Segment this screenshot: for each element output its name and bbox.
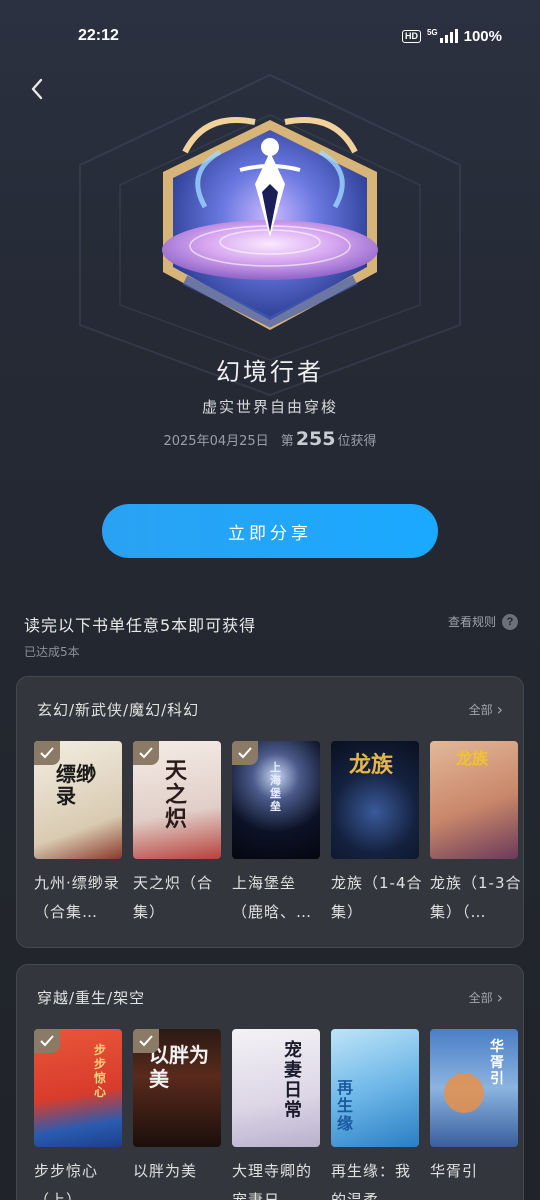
signal-icon: 5G (427, 29, 458, 43)
book-cover: 步步惊心 (34, 1029, 122, 1147)
card-header: 穿越/重生/架空 全部 › (37, 987, 503, 1008)
hd-icon: HD (401, 29, 421, 43)
book-item[interactable]: 宠妻日常 大理寺卿的宠妻日… (232, 1029, 320, 1200)
book-title: 步步惊心（上） (34, 1162, 99, 1200)
book-list: 缥缈录 九州·缥缈录（合集… 天之炽 天之炽（合集） 上海堡垒 上海堡垒（鹿晗、… (34, 741, 521, 927)
see-all-label: 全部 (468, 703, 493, 717)
chevron-right-icon: › (496, 988, 503, 1007)
book-item[interactable]: 缥缈录 九州·缥缈录（合集… (34, 741, 122, 927)
book-cover: 华胥引 (430, 1029, 518, 1147)
cover-title: 宠妻日常 (284, 1040, 302, 1121)
achieved-date: 2025年04月25日 (163, 434, 269, 449)
back-button[interactable] (24, 74, 50, 104)
book-cover: 龙族 (331, 741, 419, 859)
help-icon: ? (502, 613, 518, 630)
check-icon (133, 1029, 159, 1053)
book-cover: 龙族 (430, 741, 518, 859)
status-indicators: HD 5G 100% (401, 27, 502, 45)
chevron-right-icon: › (496, 700, 503, 719)
badge-emblem (162, 117, 378, 330)
see-all-link[interactable]: 全部 › (469, 700, 503, 719)
check-icon (34, 1029, 60, 1053)
see-all-label: 全部 (468, 991, 493, 1005)
cover-title: 天之炽 (165, 758, 188, 832)
book-cover: 再生缘 (331, 1029, 419, 1147)
book-title: 龙族（1-4合集） (331, 874, 423, 921)
book-title: 九州·缥缈录（合集… (34, 874, 120, 921)
badge-title: 幻境行者 (216, 358, 324, 386)
book-item[interactable]: 再生缘 再生缘：我的温柔… (331, 1029, 419, 1200)
share-button[interactable]: 立即分享 (102, 504, 438, 558)
cover-title: 缥缈录 (56, 762, 96, 808)
task-title: 读完以下书单任意5本即可获得 (24, 616, 257, 635)
book-title: 龙族（1-3合集）（… (430, 874, 522, 921)
cover-title: 步步惊心 (94, 1043, 107, 1099)
badge-meta: 2025年04月25日 第 255 位获得 (0, 428, 540, 450)
rank-number: 255 (295, 428, 336, 450)
category-card-time-travel: 穿越/重生/架空 全部 › 步步惊心 步步惊心（上） 以胖为美 以胖为美 宠妻日… (16, 964, 524, 1200)
see-all-link[interactable]: 全部 › (469, 988, 503, 1007)
book-title: 天之炽（合集） (133, 874, 214, 921)
book-list: 步步惊心 步步惊心（上） 以胖为美 以胖为美 宠妻日常 大理寺卿的宠妻日… 再生… (34, 1029, 518, 1200)
task-progress: 已达成5本 (24, 645, 80, 659)
cover-title: 龙族 (349, 752, 394, 778)
book-cover: 缥缈录 (34, 741, 122, 859)
book-title: 上海堡垒（鹿晗、… (232, 874, 313, 921)
status-bar: 22:12 HD 5G 100% (0, 0, 540, 72)
book-item[interactable]: 上海堡垒 上海堡垒（鹿晗、… (232, 741, 320, 927)
book-title: 再生缘：我的温柔… (331, 1162, 412, 1200)
book-title: 华胥引 (430, 1162, 479, 1180)
book-item[interactable]: 华胥引 华胥引 (430, 1029, 518, 1200)
book-item[interactable]: 天之炽 天之炽（合集） (133, 741, 221, 927)
cover-title: 龙族 (456, 749, 489, 768)
cover-title: 以胖为美 (149, 1043, 209, 1091)
book-cover: 以胖为美 (133, 1029, 221, 1147)
tree-illustration (444, 1073, 484, 1113)
rank-prefix: 第 (280, 434, 294, 449)
status-time: 22:12 (78, 27, 119, 44)
book-item[interactable]: 龙族 龙族（1-4合集） (331, 741, 422, 927)
battery-level: 100% (463, 27, 502, 45)
cover-title: 华胥引 (490, 1039, 504, 1087)
check-icon (34, 741, 60, 765)
check-icon (133, 741, 159, 765)
book-item[interactable]: 步步惊心 步步惊心（上） (34, 1029, 122, 1200)
cover-title: 上海堡垒 (270, 761, 281, 813)
category-title: 玄幻/新武侠/魔幻/科幻 (37, 701, 200, 719)
book-cover: 宠妻日常 (232, 1029, 320, 1147)
book-cover: 上海堡垒 (232, 741, 320, 859)
category-title: 穿越/重生/架空 (37, 989, 146, 1007)
book-title: 以胖为美 (133, 1162, 198, 1180)
rank-suffix: 位获得 (337, 434, 377, 449)
book-item[interactable]: 以胖为美 以胖为美 (133, 1029, 221, 1200)
book-item[interactable]: 龙族 龙族（1-3合集）（… (430, 741, 521, 927)
badge-description: 虚实世界自由穿梭 (201, 398, 338, 416)
chevron-left-icon (31, 78, 43, 100)
card-header: 玄幻/新武侠/魔幻/科幻 全部 › (37, 699, 503, 720)
book-cover: 天之炽 (133, 741, 221, 859)
cover-title: 再生缘 (337, 1078, 354, 1133)
check-icon (232, 741, 258, 765)
category-card-fantasy: 玄幻/新武侠/魔幻/科幻 全部 › 缥缈录 九州·缥缈录（合集… 天之炽 天之炽… (16, 676, 524, 948)
network-label: 5G (426, 28, 438, 37)
view-rules-link[interactable]: 查看规则 ? (448, 613, 518, 630)
rules-label: 查看规则 (447, 615, 496, 629)
book-title: 大理寺卿的宠妻日… (232, 1162, 313, 1200)
